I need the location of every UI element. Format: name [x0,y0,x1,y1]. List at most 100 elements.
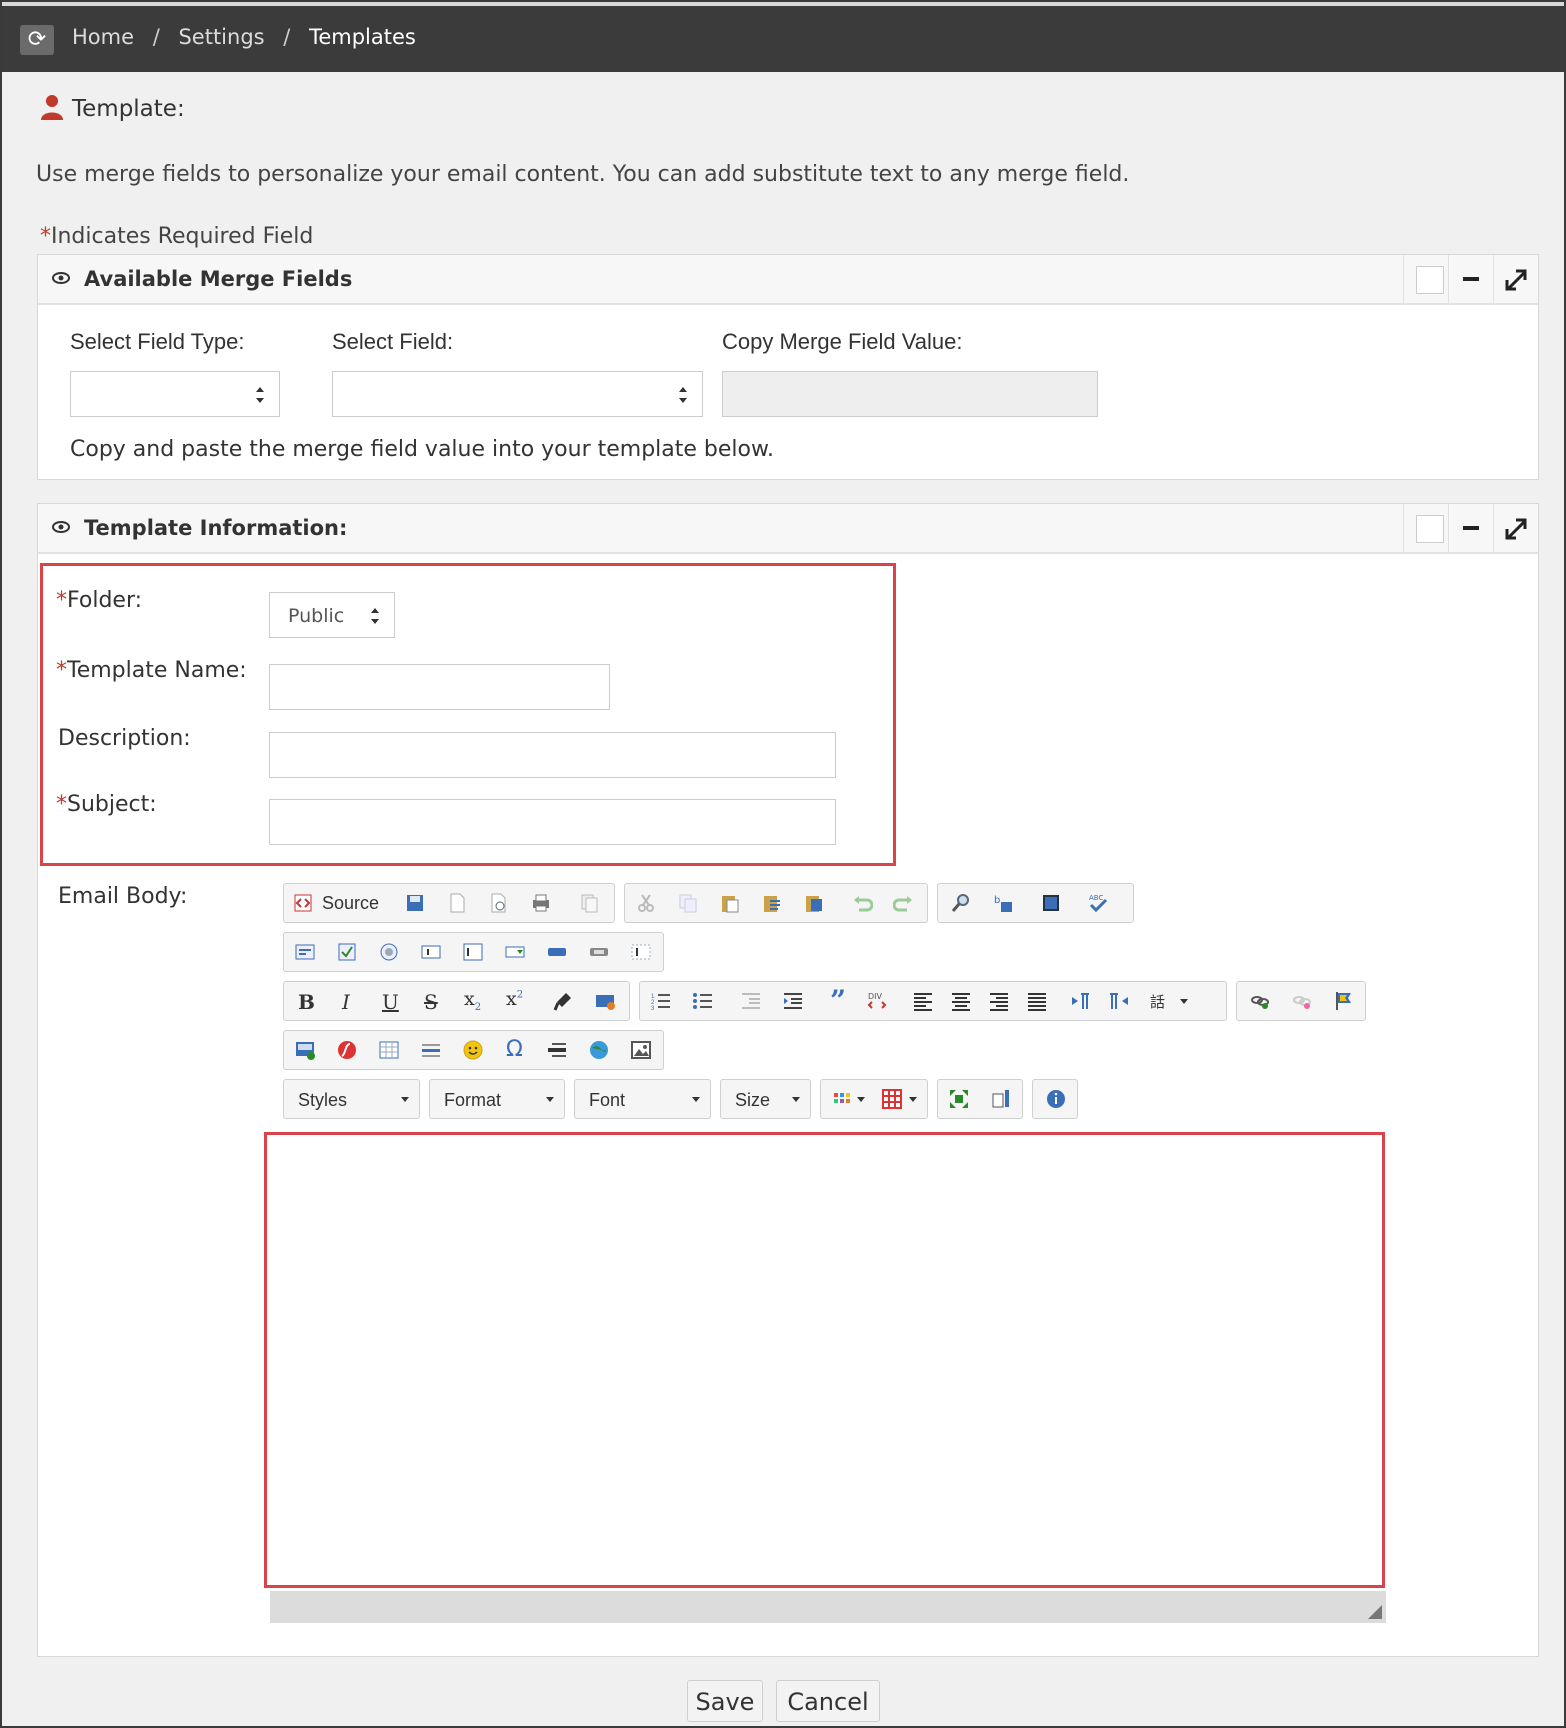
required-star: * [40,224,51,249]
page-break-icon[interactable] [546,1039,568,1061]
show-blocks-icon[interactable] [990,1088,1012,1110]
textarea-icon[interactable] [462,941,484,963]
expand-icon[interactable] [1493,504,1538,552]
background-color-icon[interactable] [881,1088,903,1110]
ltr-icon[interactable] [1070,990,1092,1012]
refresh-icon[interactable]: ⟳ [20,25,54,55]
minimize-icon[interactable] [1448,504,1493,552]
link-icon[interactable] [1249,990,1271,1012]
save-button[interactable]: Save [687,1680,763,1722]
eye-icon[interactable] [52,518,70,536]
cancel-button[interactable]: Cancel [776,1680,880,1722]
toolbar-group-links [1236,981,1366,1021]
info-icon[interactable] [1045,1088,1067,1110]
italic-icon[interactable]: I [342,990,350,1014]
toolbar-group-clipboard [624,883,928,923]
background-color-caret[interactable] [909,1097,917,1102]
find-icon[interactable] [950,892,972,914]
select-field-icon[interactable] [504,941,526,963]
breadcrumb-separator: / [152,25,160,49]
text-color-caret[interactable] [857,1097,865,1102]
copy-format-icon[interactable] [552,990,574,1012]
format-dropdown[interactable]: Format [429,1079,565,1119]
svg-text:話: 話 [1150,993,1165,1011]
eye-icon[interactable] [52,269,70,287]
radio-icon[interactable] [378,941,400,963]
outdent-icon[interactable] [740,990,762,1012]
undo-icon[interactable] [851,892,873,914]
styles-dropdown[interactable]: Styles [283,1079,420,1119]
preview-icon[interactable] [488,892,510,914]
copy-icon[interactable] [677,892,699,914]
toolbar-group-tools [937,1079,1023,1119]
superscript-icon[interactable]: x2 [506,988,523,1010]
table-icon[interactable] [378,1039,400,1061]
form-icon[interactable] [294,941,316,963]
checkbox-icon[interactable] [336,941,358,963]
size-dropdown[interactable]: Size [720,1079,811,1119]
required-note-text: Indicates Required Field [51,224,314,249]
intro-text: Use merge fields to personalize your ema… [36,162,1130,187]
image-icon[interactable] [294,1039,316,1061]
bulleted-list-icon[interactable] [692,990,714,1012]
print-icon[interactable] [530,892,552,914]
source-icon[interactable] [292,892,314,914]
align-center-icon[interactable] [950,990,972,1012]
new-page-icon[interactable] [446,892,468,914]
copy-value-field[interactable] [722,371,1098,417]
smiley-icon[interactable] [462,1039,484,1061]
unlink-icon[interactable] [1291,990,1313,1012]
iframe-icon[interactable] [588,1039,610,1061]
bold-icon[interactable]: B [298,990,315,1014]
breadcrumb-home[interactable]: Home [72,25,134,49]
templates-icon[interactable] [578,892,600,914]
button-icon[interactable] [546,941,568,963]
underline-icon[interactable]: U [382,990,399,1014]
anchor-icon[interactable] [1333,990,1355,1012]
strikethrough-icon[interactable]: S [424,990,438,1014]
indent-icon[interactable] [782,990,804,1012]
special-char-icon[interactable]: Ω [506,1037,523,1062]
breadcrumb: Home / Settings / Templates [72,25,428,49]
div-container-icon[interactable]: DIV [866,990,888,1012]
justify-icon[interactable] [1026,990,1048,1012]
svg-text:ABC: ABC [1089,894,1103,902]
language-dropdown-caret[interactable] [1180,999,1188,1004]
field-select[interactable] [332,371,703,417]
language-icon[interactable]: 話 [1150,990,1172,1012]
field-type-select[interactable] [70,371,280,417]
redo-icon[interactable] [893,892,915,914]
panel-select-checkbox[interactable] [1403,255,1448,303]
save-icon[interactable] [404,892,426,914]
spellcheck-icon[interactable]: ABC [1088,892,1110,914]
panel-select-checkbox[interactable] [1403,504,1448,552]
remove-format-icon[interactable] [594,990,616,1012]
subscript-icon[interactable]: x2 [464,988,481,1013]
maximize-icon[interactable] [948,1088,970,1110]
align-right-icon[interactable] [988,990,1010,1012]
paste-icon[interactable] [719,892,741,914]
minimize-icon[interactable] [1448,255,1493,303]
page-title: Template: [40,94,185,122]
rtl-icon[interactable] [1108,990,1130,1012]
paste-text-icon[interactable] [761,892,783,914]
text-color-icon[interactable] [831,1088,853,1110]
align-left-icon[interactable] [912,990,934,1012]
image-button-icon[interactable] [588,941,610,963]
numbered-list-icon[interactable]: 123 [650,990,672,1012]
hidden-field-icon[interactable] [630,941,652,963]
cut-icon[interactable] [635,892,657,914]
select-all-icon[interactable] [1040,892,1062,914]
paste-word-icon[interactable] [803,892,825,914]
picture-icon[interactable] [630,1039,652,1061]
expand-icon[interactable] [1493,255,1538,303]
blockquote-icon[interactable]: ” [830,984,846,1017]
textfield-icon[interactable] [420,941,442,963]
horizontal-rule-icon[interactable] [420,1039,442,1061]
breadcrumb-settings[interactable]: Settings [178,25,264,49]
font-dropdown[interactable]: Font [574,1079,711,1119]
resize-grip-icon[interactable] [1368,1605,1382,1619]
replace-icon[interactable]: b [992,892,1014,914]
flash-icon[interactable] [336,1039,358,1061]
source-button[interactable]: Source [322,893,379,914]
